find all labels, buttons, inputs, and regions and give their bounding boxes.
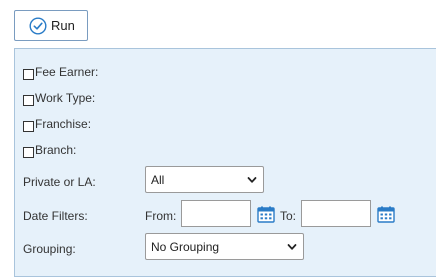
- branch-checkbox[interactable]: [23, 146, 34, 158]
- to-date-input[interactable]: [301, 200, 371, 227]
- branch-filter: Branch:: [23, 142, 76, 158]
- branch-label: Branch:: [35, 143, 77, 157]
- chevron-down-icon: [247, 177, 257, 183]
- work-type-filter: Work Type:: [23, 90, 95, 106]
- filter-panel: Fee Earner: Work Type: Franchise: Branch…: [14, 48, 436, 277]
- grouping-label: Grouping:: [23, 242, 76, 256]
- grouping-value: No Grouping: [151, 239, 220, 254]
- work-type-checkbox[interactable]: [23, 94, 34, 106]
- run-button[interactable]: Run: [14, 10, 88, 41]
- grouping-select[interactable]: No Grouping: [145, 233, 304, 260]
- franchise-checkbox[interactable]: [23, 120, 34, 132]
- check-circle-icon: [29, 16, 47, 35]
- calendar-icon[interactable]: [257, 206, 275, 223]
- private-or-la-label: Private or LA:: [23, 175, 96, 189]
- fee-earner-checkbox[interactable]: [23, 68, 34, 80]
- private-or-la-value: All: [151, 172, 165, 187]
- run-button-label: Run: [51, 18, 75, 33]
- fee-earner-filter: Fee Earner:: [23, 64, 98, 80]
- date-filters-label: Date Filters:: [23, 209, 88, 223]
- franchise-label: Franchise:: [35, 117, 92, 131]
- private-or-la-select[interactable]: All: [145, 166, 264, 193]
- report-filter-page: Run Fee Earner: Work Type: Franchise: Br…: [0, 0, 436, 280]
- franchise-filter: Franchise:: [23, 116, 91, 132]
- to-label: To:: [280, 209, 297, 223]
- work-type-label: Work Type:: [35, 91, 96, 105]
- calendar-icon[interactable]: [377, 206, 395, 223]
- from-label: From:: [145, 209, 177, 223]
- fee-earner-label: Fee Earner:: [35, 65, 99, 79]
- chevron-down-icon: [287, 244, 297, 250]
- from-date-input[interactable]: [181, 200, 251, 227]
